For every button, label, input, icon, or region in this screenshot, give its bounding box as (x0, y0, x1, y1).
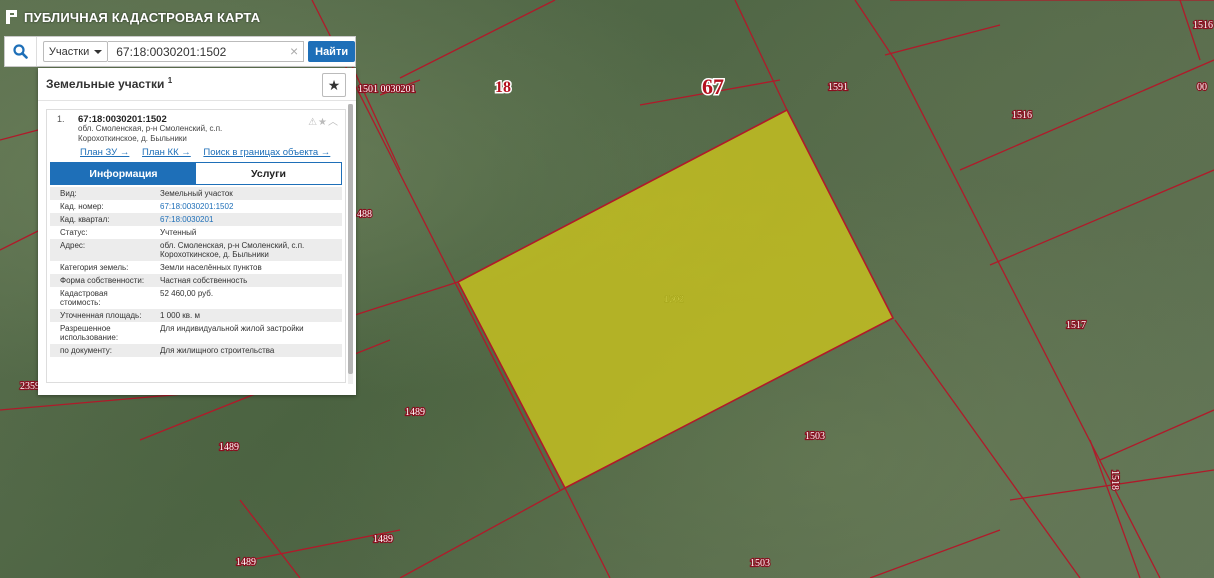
info-row: Кадастровая стоимость: 52 460,00 руб. (50, 287, 342, 309)
search-input[interactable] (108, 41, 305, 62)
info-value: 1 000 кв. м (160, 311, 200, 320)
star-icon[interactable]: ★ (318, 117, 328, 128)
info-value: Земельный участок (160, 189, 233, 198)
chevron-up-icon[interactable]: ︿ (328, 117, 339, 128)
result-address: обл. Смоленская, р-н Смоленский, с.п. Ко… (78, 124, 223, 143)
results-panel: Земельные участки 1 ★ 1. 67:18:0030201:1… (38, 68, 356, 395)
tab-services[interactable]: Услуги (196, 163, 341, 184)
result-links: План ЗУ → План КК → Поиск в границах объ… (80, 147, 340, 158)
info-table: Вид: Земельный участок Кад. номер: 67:18:00… (50, 187, 342, 357)
map-label: 1489 (405, 407, 425, 418)
map-label-selected: 1502 (664, 294, 684, 304)
map-label: 1516 (1193, 20, 1213, 31)
info-row: Категория земель: Земли населённых пункто… (50, 261, 342, 274)
find-button[interactable]: Найти (308, 41, 355, 62)
info-row: Кад. квартал: 67:18:0030201 (50, 213, 342, 226)
tab-info[interactable]: Информация (51, 163, 196, 184)
panel-title: Земельные участки 1 (46, 76, 173, 91)
clear-icon[interactable]: × (290, 43, 298, 59)
info-value: обл. Смоленская, р-н Смоленский, с.п. Ко… (160, 241, 305, 259)
info-row: Разрешенное использование: Для индивидуал… (50, 322, 342, 344)
info-value: Земли населённых пунктов (160, 263, 262, 272)
search-in-bounds-link[interactable]: Поиск в границах объекта → (203, 147, 330, 158)
warning-icon[interactable]: ⚠ (308, 117, 318, 128)
search-type-select[interactable]: Участки (42, 41, 109, 62)
info-key: Разрешенное использование: (60, 324, 119, 342)
panel-header: Земельные участки 1 ★ (38, 68, 356, 101)
info-row: по документу: Для жилищного строительства (50, 344, 342, 357)
map-label: 67 (702, 74, 724, 99)
info-key: Адрес: (60, 241, 86, 250)
star-icon: ★ (327, 76, 341, 93)
map-label: 1489 (373, 534, 393, 545)
app-title: ПУБЛИЧНАЯ КАДАСТРОВАЯ КАРТА (24, 9, 261, 25)
info-row: Уточненная площадь: 1 000 кв. м (50, 309, 342, 322)
map-label: 1489 (219, 442, 239, 453)
info-value[interactable]: 67:18:0030201 (150, 213, 342, 226)
info-row: Адрес: обл. Смоленская, р-н Смоленский, с… (50, 239, 342, 261)
info-key: Кад. номер: (60, 202, 104, 211)
info-value: 52 460,00 руб. (160, 289, 214, 298)
info-row: Статус: Учтенный (50, 226, 342, 239)
info-row: Кад. номер: 67:18:0030201:1502 (50, 200, 342, 213)
plan-kk-link[interactable]: План КК → (142, 147, 191, 158)
plan-zu-link[interactable]: План ЗУ → (80, 147, 129, 158)
result-card: 1. 67:18:0030201:1502 обл. Смоленская, р… (46, 109, 346, 383)
map-label: 1501 0030201 (358, 84, 416, 95)
map-label: 00 (1197, 82, 1207, 93)
result-actions: ⚠★︿ (308, 113, 339, 128)
info-value: Для жилищного строительства (160, 346, 275, 355)
info-key: Статус: (60, 228, 88, 237)
scroll-thumb[interactable] (348, 104, 353, 374)
search-icon[interactable] (5, 37, 37, 66)
info-key: по документу: (60, 346, 112, 355)
scrollbar[interactable] (348, 104, 353, 384)
info-value[interactable]: 67:18:0030201:1502 (150, 200, 342, 213)
map-label: 1591 (828, 82, 848, 93)
info-key: Уточненная площадь: (60, 311, 142, 320)
info-key: Вид: (60, 189, 77, 198)
info-value: Учтенный (160, 228, 197, 237)
result-count: 1 (167, 76, 173, 85)
map-label: 1503 (750, 558, 770, 569)
info-key: Кад. квартал: (60, 215, 110, 224)
result-tabs: Информация Услуги (50, 162, 342, 185)
favorite-button[interactable]: ★ (322, 73, 346, 97)
result-index: 1. (57, 114, 65, 124)
info-key: Форма собственности: (60, 276, 145, 285)
search-type-label: Участки (48, 45, 90, 58)
map-label: 18 (495, 79, 511, 96)
map-label: 1517 (1066, 320, 1086, 331)
top-bar: ПУБЛИЧНАЯ КАДАСТРОВАЯ КАРТА (0, 0, 260, 34)
info-row: Вид: Земельный участок (50, 187, 342, 200)
info-row: Форма собственности: Частная собственност… (50, 274, 342, 287)
map-label: 1503 (805, 431, 825, 442)
search-bar: Участки × Найти (4, 36, 356, 67)
chevron-down-icon (94, 49, 103, 54)
map-label: 1516 (1012, 110, 1032, 121)
info-key: Кадастровая стоимость: (60, 289, 108, 307)
map-label: 488 (357, 209, 372, 220)
map-label: 1518 (1109, 470, 1120, 490)
info-value: Для индивидуальной жилой застройки (160, 324, 304, 333)
map-label: 2359 (20, 381, 40, 392)
pkk-logo-icon (6, 10, 17, 24)
info-value: Частная собственность (160, 276, 248, 285)
info-key: Категория земель: (60, 263, 129, 272)
map-label: 1489 (236, 557, 256, 568)
